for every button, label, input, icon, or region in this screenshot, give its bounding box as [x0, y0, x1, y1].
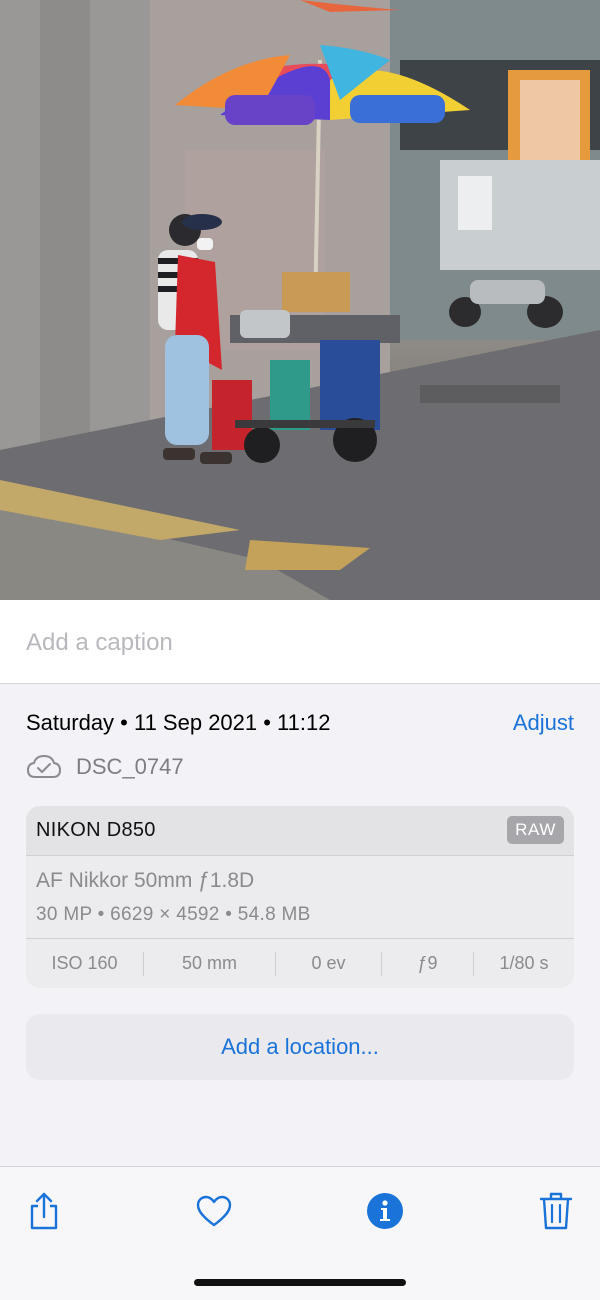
caption-bar [0, 600, 600, 684]
camera-info-card: NIKON D850 RAW AF Nikkor 50mm ƒ1.8D 30 M… [26, 806, 574, 988]
exif-exposure-value: 0 ev [276, 951, 382, 976]
photo-image[interactable] [0, 0, 600, 600]
adjust-button[interactable]: Adjust [513, 710, 574, 736]
lens-name: AF Nikkor 50mm ƒ1.8D [36, 869, 255, 892]
info-button[interactable] [363, 1189, 407, 1233]
share-icon [30, 1192, 58, 1230]
exif-aperture: ƒ9 [382, 951, 474, 976]
heart-icon [196, 1195, 232, 1227]
bottom-toolbar [0, 1166, 600, 1300]
exif-focal-length: 50 mm [144, 951, 276, 976]
exif-row: ISO 160 50 mm 0 ev ƒ9 1/80 s [26, 938, 574, 988]
camera-model: NIKON D850 [36, 819, 156, 841]
raw-format-badge: RAW [507, 816, 564, 844]
file-name: DSC_0747 [76, 754, 184, 779]
caption-input[interactable] [26, 624, 566, 662]
info-icon [367, 1193, 403, 1229]
favorite-button[interactable] [192, 1189, 236, 1233]
delete-button[interactable] [534, 1189, 578, 1233]
file-info-row: DSC_0747 [26, 752, 184, 782]
cloud-checkmark-icon [26, 754, 62, 778]
add-location-button[interactable]: Add a location... [26, 1014, 574, 1080]
camera-header: NIKON D850 RAW [26, 806, 574, 856]
exif-iso: ISO 160 [26, 951, 144, 976]
share-button[interactable] [22, 1189, 66, 1233]
trash-icon [539, 1192, 573, 1230]
image-specs: 30 MP • 6629 × 4592 • 54.8 MB [36, 904, 311, 925]
home-indicator [194, 1279, 406, 1286]
photo-date: Saturday • 11 Sep 2021 • 11:12 [26, 710, 331, 735]
exif-shutter-speed: 1/80 s [499, 953, 549, 973]
